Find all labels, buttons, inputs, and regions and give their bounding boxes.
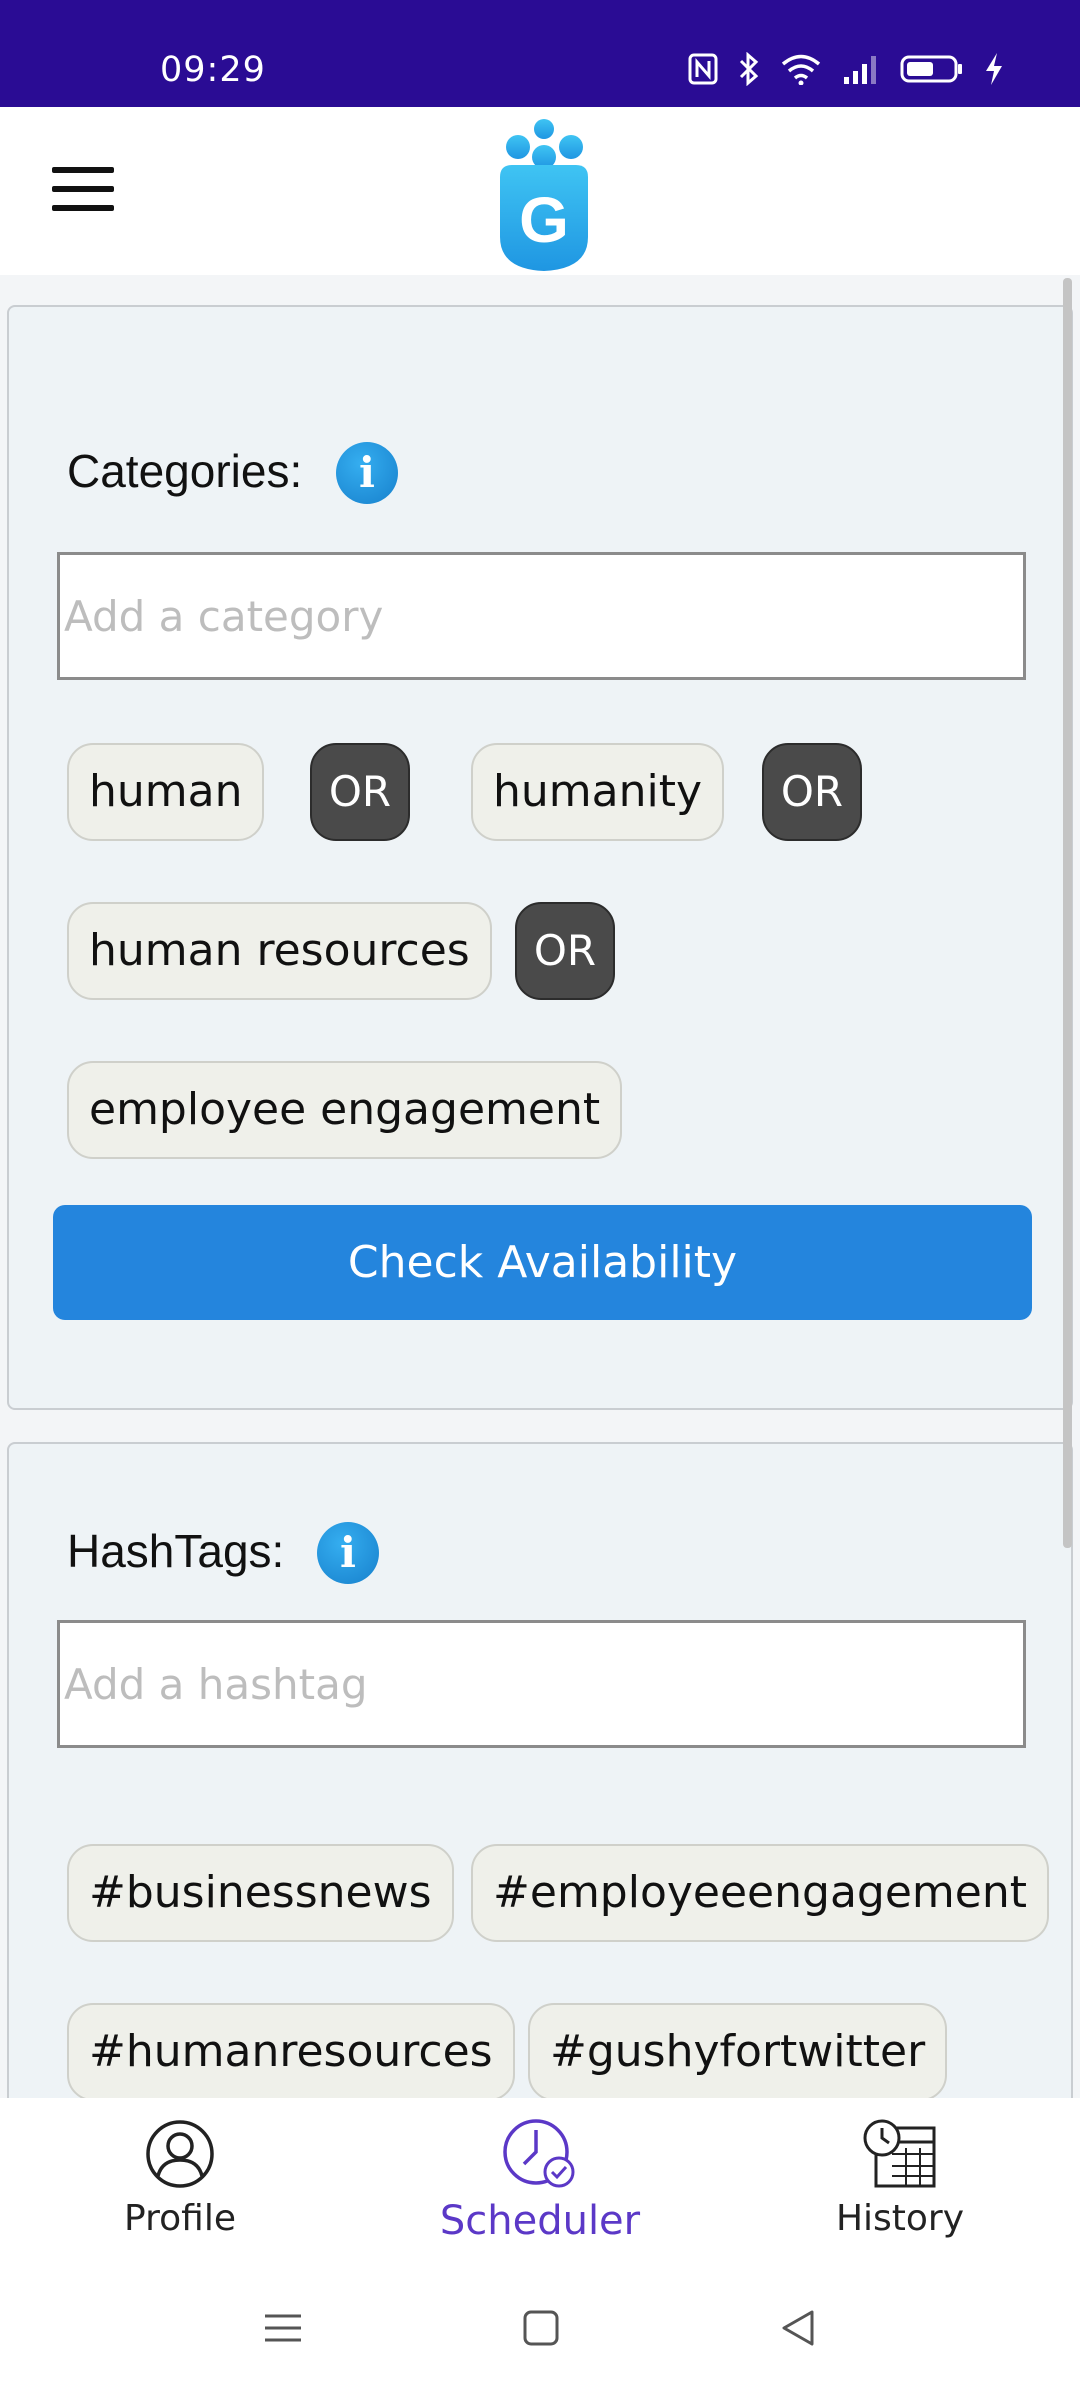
status-bar: 09:29	[0, 0, 1080, 107]
scheduler-content[interactable]: Categories: i human OR humanity OR human…	[0, 275, 1080, 2098]
categories-title: Categories:	[67, 445, 303, 497]
wifi-icon	[781, 54, 821, 85]
back-icon[interactable]	[778, 2308, 818, 2348]
bluetooth-icon	[739, 52, 759, 86]
svg-text:G: G	[519, 184, 569, 256]
status-time: 09:29	[160, 50, 266, 90]
or-operator-chip[interactable]: OR	[515, 902, 615, 1000]
nav-history-label: History	[835, 2198, 965, 2239]
scrollbar[interactable]	[1063, 278, 1072, 1548]
app-logo: G	[500, 119, 588, 271]
home-icon[interactable]	[522, 2308, 560, 2348]
system-nav-bar	[0, 2268, 1080, 2400]
or-operator-chip[interactable]: OR	[310, 743, 410, 841]
hashtags-title: HashTags:	[67, 1525, 285, 1577]
nav-history[interactable]: History	[780, 2118, 1020, 2258]
charging-icon	[986, 53, 1002, 85]
nfc-icon	[688, 53, 718, 85]
status-icons	[688, 52, 1004, 86]
hashtags-card: HashTags: i #businessnews #employeeengag…	[7, 1442, 1073, 2098]
hamburger-menu-icon[interactable]	[52, 167, 114, 217]
category-input[interactable]	[57, 552, 1026, 680]
nav-profile[interactable]: Profile	[60, 2118, 300, 2258]
hashtag-input[interactable]	[57, 1620, 1026, 1748]
signal-icon	[844, 56, 876, 84]
battery-icon	[900, 55, 962, 83]
history-icon	[863, 2119, 936, 2188]
bottom-nav: Profile Scheduler History	[0, 2098, 1080, 2268]
nav-scheduler-label: Scheduler	[439, 2198, 641, 2244]
hashtag-chip[interactable]: #businessnews	[67, 1844, 454, 1942]
categories-info-icon[interactable]: i	[336, 442, 398, 504]
hashtag-chip[interactable]: #gushyfortwitter	[528, 2003, 948, 2098]
nav-profile-label: Profile	[124, 2198, 236, 2239]
categories-card: Categories: i human OR humanity OR human…	[7, 305, 1073, 1410]
category-chip[interactable]: humanity	[471, 743, 724, 841]
category-chip[interactable]: human resources	[67, 902, 492, 1000]
or-operator-chip[interactable]: OR	[762, 743, 862, 841]
recent-apps-icon[interactable]	[263, 2308, 303, 2348]
nav-scheduler[interactable]: Scheduler	[420, 2118, 660, 2258]
app-bar: G	[0, 107, 1080, 275]
scheduler-icon	[503, 2119, 575, 2188]
check-availability-button[interactable]: Check Availability	[53, 1205, 1032, 1320]
hashtag-chip[interactable]: #humanresources	[67, 2003, 515, 2098]
category-chip[interactable]: human	[67, 743, 265, 841]
hashtags-info-icon[interactable]: i	[317, 1522, 379, 1584]
category-chip[interactable]: employee engagement	[67, 1061, 623, 1159]
profile-icon	[146, 2120, 214, 2188]
hashtag-chip[interactable]: #employeeengagement	[471, 1844, 1049, 1942]
